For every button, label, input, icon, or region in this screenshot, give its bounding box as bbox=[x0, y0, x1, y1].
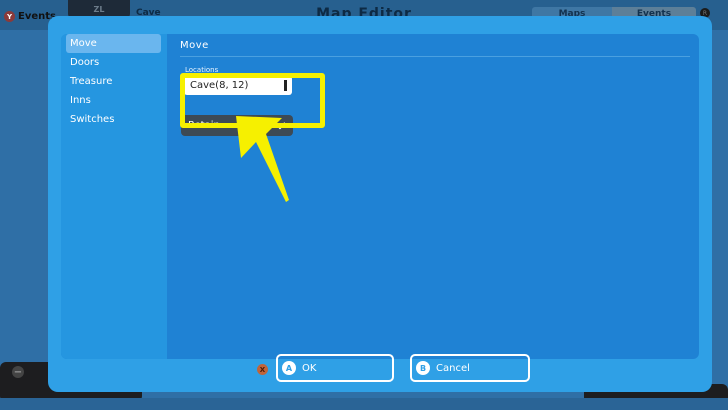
pointer-arrow-icon bbox=[236, 116, 289, 202]
